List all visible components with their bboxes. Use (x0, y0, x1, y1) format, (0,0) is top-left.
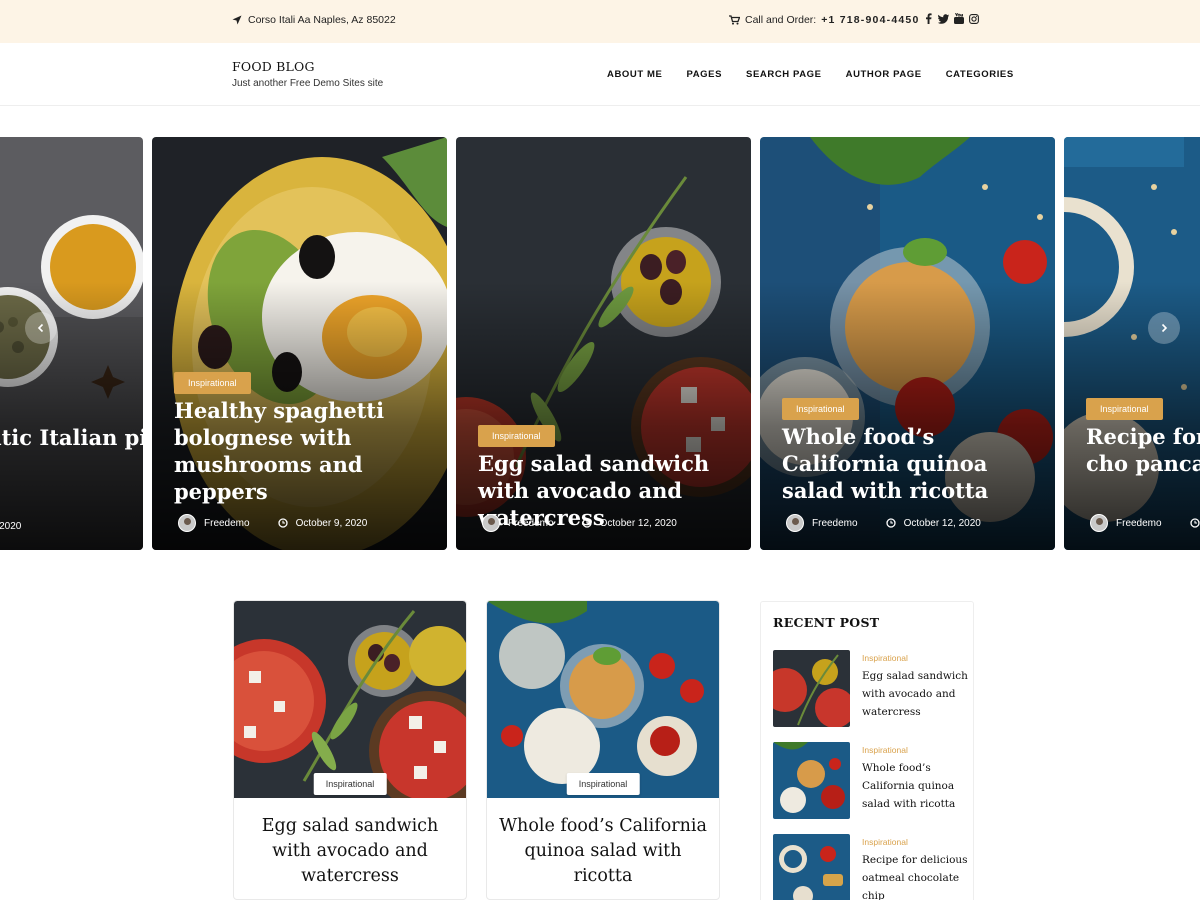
youtube-icon[interactable] (954, 13, 964, 24)
slide-category-badge[interactable]: Inspirational (1086, 398, 1163, 420)
address-text: Corso Itali Aa Naples, Az 85022 (248, 14, 396, 26)
site-tagline: Just another Free Demo Sites site (232, 78, 384, 89)
slide-card[interactable]: Inspirational Healthy spaghetti bolognes… (152, 137, 447, 550)
call-order: Call and Order: +1 718-904-4450 (729, 14, 919, 26)
recent-post-category[interactable]: Inspirational (862, 745, 908, 755)
slide-title[interactable]: Recipe for d oatmeal cho pancakes (1086, 423, 1200, 477)
slide-meta: Freedemo October 12, 2020 (482, 514, 677, 532)
clock-icon (1189, 518, 1200, 528)
slide-category-badge[interactable]: Inspirational (174, 372, 251, 394)
recent-post-item[interactable]: Inspirational Recipe for delicious oatme… (773, 834, 968, 900)
post-thumbnail[interactable] (234, 601, 466, 798)
post-card[interactable]: Inspirational Whole food’s California qu… (486, 600, 720, 900)
author-avatar (482, 514, 500, 532)
slide-overlay (1064, 137, 1200, 550)
slide-card[interactable]: Inspirational Whole food’s California qu… (760, 137, 1055, 550)
slide-card[interactable]: atic Italian pizza at 9, 2020 (0, 137, 143, 550)
chevron-left-icon (36, 320, 46, 336)
site-header: FOOD BLOG Just another Free Demo Sites s… (0, 43, 1200, 106)
author-avatar (786, 514, 804, 532)
post-category-badge[interactable]: Inspirational (313, 773, 387, 795)
author-avatar (1090, 514, 1108, 532)
recent-post-thumbnail[interactable] (773, 834, 850, 900)
post-thumbnail[interactable] (487, 601, 719, 798)
post-title[interactable]: Whole food’s California quinoa salad wit… (497, 814, 709, 889)
clock-icon (885, 518, 896, 528)
phone-number[interactable]: +1 718-904-4450 (821, 14, 919, 26)
post-category-badge[interactable]: Inspirational (566, 773, 640, 795)
slide-date: 9, 2020 (0, 521, 22, 532)
recent-post-thumbnail[interactable] (773, 650, 850, 727)
slide-category-badge[interactable]: Inspirational (478, 425, 555, 447)
slider-next-button[interactable] (1148, 312, 1180, 344)
slide-date: October 12, 2020 (599, 517, 677, 529)
slide-overlay (0, 137, 143, 550)
recent-post-thumbnail[interactable] (773, 742, 850, 819)
slide-date: October 12, 2020 (903, 517, 981, 529)
chevron-right-icon (1159, 320, 1169, 336)
slide-category-badge[interactable]: Inspirational (782, 398, 859, 420)
slide-title[interactable]: Healthy spaghetti bolognese with mushroo… (174, 397, 439, 505)
slide-card[interactable]: Inspirational Egg salad sandwich with av… (456, 137, 751, 550)
clock-icon (277, 518, 288, 528)
recent-post-item[interactable]: Inspirational Whole food’s California qu… (773, 742, 968, 820)
post-card[interactable]: Inspirational Egg salad sandwich with av… (233, 600, 467, 900)
main-nav: ABOUT ME PAGES SEARCH PAGE AUTHOR PAGE C… (607, 69, 1014, 80)
slide-meta: Freedemo October 9, 2020 (178, 514, 367, 532)
post-title[interactable]: Egg salad sandwich with avocado and wate… (244, 814, 456, 889)
top-bar: Corso Itali Aa Naples, Az 85022 Call and… (0, 0, 1200, 43)
recent-post-item[interactable]: Inspirational Egg salad sandwich with av… (773, 650, 968, 728)
slide-author[interactable]: Freedemo (1116, 518, 1162, 529)
nav-item-about-me[interactable]: ABOUT ME (607, 69, 662, 80)
clock-icon (581, 518, 592, 528)
recent-posts-widget: RECENT POST Inspirational Egg salad sand… (760, 601, 974, 900)
facebook-icon[interactable] (924, 13, 933, 24)
slide-date: October 9, 2020 (295, 517, 368, 529)
location-arrow-icon (232, 15, 242, 25)
slide-meta: Freedemo October 12, 2020 (786, 514, 981, 532)
slide-card[interactable]: Inspirational Recipe for d oatmeal cho p… (1064, 137, 1200, 550)
nav-item-author-page[interactable]: AUTHOR PAGE (846, 69, 922, 80)
recent-post-title[interactable]: Recipe for delicious oatmeal chocolate c… (862, 851, 970, 900)
address: Corso Itali Aa Naples, Az 85022 (232, 14, 396, 26)
slider-prev-button[interactable] (25, 312, 57, 344)
author-avatar (178, 514, 196, 532)
featured-slider: atic Italian pizza at 9, 2020 Inspiratio… (0, 137, 1200, 550)
recent-post-title[interactable]: Whole food’s California quinoa salad wit… (862, 759, 970, 813)
call-label: Call and Order: (745, 14, 817, 26)
recent-post-category[interactable]: Inspirational (862, 653, 908, 663)
nav-item-categories[interactable]: CATEGORIES (946, 69, 1014, 80)
cart-icon (729, 15, 740, 25)
slide-author[interactable]: Freedemo (812, 518, 858, 529)
nav-item-pages[interactable]: PAGES (686, 69, 722, 80)
slide-author[interactable]: Freedemo (204, 518, 250, 529)
site-title[interactable]: FOOD BLOG (232, 59, 315, 74)
slide-meta: 9, 2020 (0, 521, 21, 532)
slide-author[interactable]: Freedemo (508, 518, 554, 529)
recent-post-title[interactable]: Egg salad sandwich with avocado and wate… (862, 667, 970, 721)
widget-title: RECENT POST (773, 615, 880, 630)
slide-title[interactable]: Whole food’s California quinoa salad wit… (782, 423, 1047, 504)
instagram-icon[interactable] (969, 13, 979, 24)
social-links (924, 13, 979, 24)
slide-meta: Freedemo O (1090, 514, 1200, 532)
twitter-icon[interactable] (938, 13, 949, 24)
slide-title[interactable]: atic Italian pizza at (0, 424, 143, 451)
nav-item-search-page[interactable]: SEARCH PAGE (746, 69, 822, 80)
recent-post-category[interactable]: Inspirational (862, 837, 908, 847)
